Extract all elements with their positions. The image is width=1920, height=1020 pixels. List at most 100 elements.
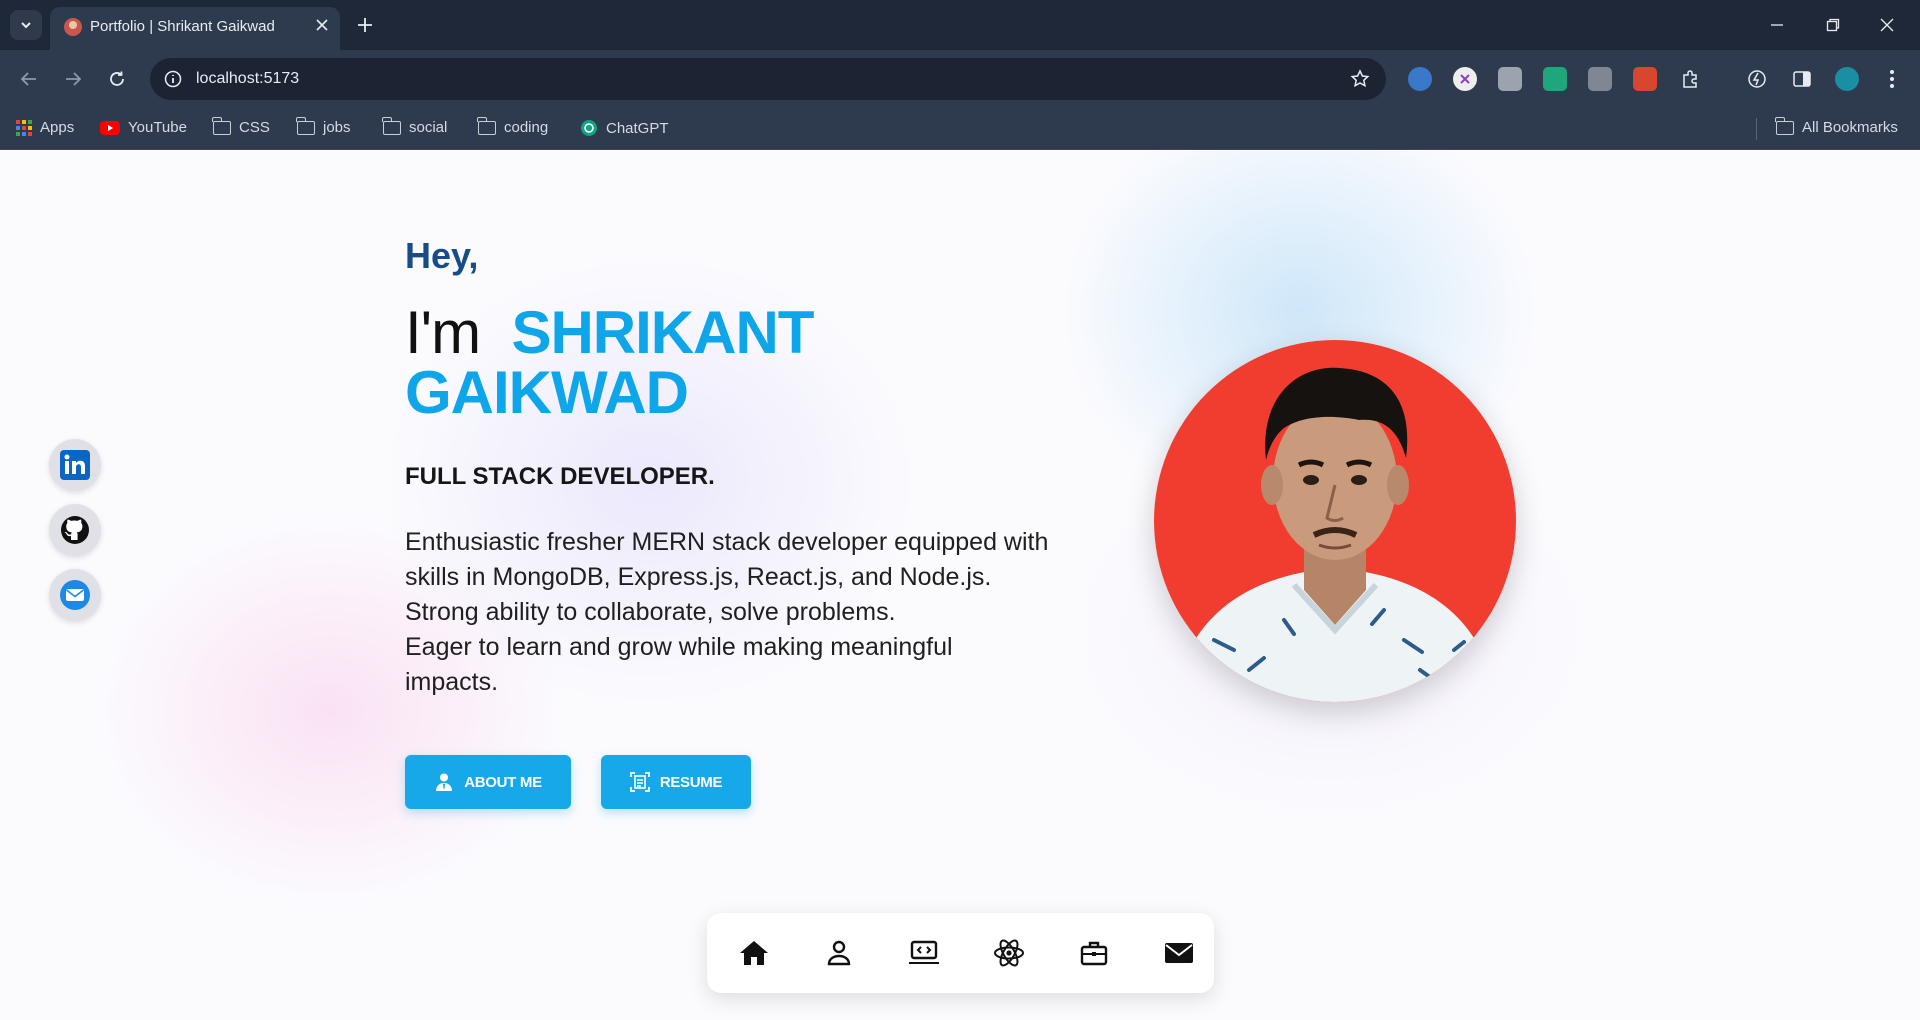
extension-mail-icon[interactable] xyxy=(1543,67,1567,91)
laptop-code-icon xyxy=(909,940,939,964)
about-me-label: ABOUT ME xyxy=(464,773,542,791)
browser-toolbar: localhost:5173 xyxy=(0,50,1920,108)
nav-about[interactable] xyxy=(822,937,856,969)
bookmark-apps[interactable]: Apps xyxy=(16,119,74,136)
performance-icon[interactable] xyxy=(1745,67,1769,91)
extension-shield-icon[interactable] xyxy=(1408,67,1432,91)
restore-button[interactable] xyxy=(1818,10,1848,40)
name-last: GAIKWAD xyxy=(405,359,689,426)
bookmark-social[interactable]: social xyxy=(382,116,448,136)
extension-puzzle-red-icon[interactable] xyxy=(1633,67,1657,91)
site-info-button[interactable] xyxy=(160,66,186,92)
close-window-button[interactable] xyxy=(1872,10,1902,40)
bio-line: skills in MongoDB, Express.js, React.js,… xyxy=(405,563,992,591)
arrow-right-icon xyxy=(66,72,82,86)
bookmark-star-button[interactable] xyxy=(1348,67,1372,91)
info-icon xyxy=(164,70,182,88)
youtube-icon xyxy=(100,120,120,135)
extension-x-icon[interactable] xyxy=(1453,67,1477,91)
nav-projects[interactable] xyxy=(907,937,941,969)
browser-tab[interactable]: Portfolio | Shrikant Gaikwad xyxy=(50,7,340,50)
bookmarks-bar: Apps YouTube CSS jobs social coding Chat… xyxy=(0,108,1920,150)
reload-icon xyxy=(110,71,124,86)
nav-home[interactable] xyxy=(737,937,771,969)
bookmark-label: jobs xyxy=(323,119,351,136)
role-title: FULL STACK DEVELOPER. xyxy=(405,463,715,490)
folder-icon xyxy=(1775,116,1794,135)
bookmark-label: YouTube xyxy=(128,119,187,136)
portrait-image xyxy=(1154,340,1516,702)
resume-button[interactable]: RESUME xyxy=(601,755,751,809)
browser-tab-bar: Portfolio | Shrikant Gaikwad xyxy=(0,0,1920,50)
briefcase-icon xyxy=(1080,941,1108,966)
chevron-down-icon xyxy=(21,22,31,29)
mail-icon xyxy=(60,580,90,610)
bookmarks-divider xyxy=(1756,118,1757,140)
name-first: SHRIKANT xyxy=(511,299,814,366)
bottom-nav-dock xyxy=(707,913,1214,993)
bio-line: Enthusiastic fresher MERN stack develope… xyxy=(405,528,1049,556)
all-bookmarks-label: All Bookmarks xyxy=(1802,119,1898,136)
portfolio-page: Hey, I'm SHRIKANT GAIKWAD FULL STACK DEV… xyxy=(0,151,1920,1020)
bookmark-label: social xyxy=(409,119,448,136)
side-panel-icon[interactable] xyxy=(1790,67,1814,91)
restore-icon xyxy=(1826,18,1840,32)
close-icon xyxy=(316,19,328,31)
new-tab-button[interactable] xyxy=(352,12,378,38)
greeting: Hey, xyxy=(405,235,479,276)
bio-line: Strong ability to collaborate, solve pro… xyxy=(405,598,896,626)
url-text: localhost:5173 xyxy=(196,70,300,87)
reload-button[interactable] xyxy=(102,64,132,94)
react-icon xyxy=(994,939,1024,967)
nav-experience[interactable] xyxy=(1077,937,1111,969)
bookmark-coding[interactable]: coding xyxy=(477,116,549,136)
bookmark-chatgpt[interactable]: ChatGPT xyxy=(580,119,669,137)
bookmark-label: CSS xyxy=(239,119,270,136)
tab-search-button[interactable] xyxy=(10,10,42,40)
bookmark-youtube[interactable]: YouTube xyxy=(100,119,187,136)
bookmark-label: coding xyxy=(504,119,549,136)
apps-grid-icon xyxy=(16,119,32,136)
extension-note-icon[interactable] xyxy=(1588,67,1612,91)
bookmark-css[interactable]: CSS xyxy=(212,116,270,136)
user-icon xyxy=(827,940,851,966)
bio-line: Eager to learn and grow while making mea… xyxy=(405,633,953,661)
bookmark-label: Apps xyxy=(40,119,75,136)
address-bar[interactable]: localhost:5173 xyxy=(150,58,1386,100)
bookmark-label: ChatGPT xyxy=(606,119,669,137)
minimize-button[interactable] xyxy=(1762,10,1792,40)
linkedin-link[interactable] xyxy=(49,439,101,491)
email-link[interactable] xyxy=(49,569,101,621)
all-bookmarks-button[interactable]: All Bookmarks xyxy=(1775,116,1898,136)
github-link[interactable] xyxy=(49,504,101,556)
github-icon xyxy=(61,516,89,544)
extensions-puzzle-icon[interactable] xyxy=(1678,67,1702,91)
folder-icon xyxy=(212,116,231,135)
user-tie-icon xyxy=(436,773,453,791)
close-tab-button[interactable] xyxy=(312,15,332,35)
intro-text: I'm xyxy=(405,299,481,366)
extension-briefcase-icon[interactable] xyxy=(1498,67,1522,91)
tab-title: Portfolio | Shrikant Gaikwad xyxy=(90,18,275,35)
arrow-left-icon xyxy=(20,72,36,86)
about-me-button[interactable]: ABOUT ME xyxy=(405,755,571,809)
bio-line: impacts. xyxy=(405,668,499,696)
plus-icon xyxy=(358,18,372,32)
folder-icon xyxy=(477,116,496,135)
star-icon xyxy=(1350,69,1370,88)
envelope-icon xyxy=(1165,943,1193,963)
back-button[interactable] xyxy=(14,64,44,94)
folder-icon xyxy=(382,116,401,135)
linkedin-icon xyxy=(60,450,90,480)
favicon-icon xyxy=(64,18,82,36)
bio-paragraph: Enthusiastic fresher MERN stack develope… xyxy=(405,525,1065,700)
forward-button[interactable] xyxy=(58,64,88,94)
profile-avatar[interactable] xyxy=(1835,67,1859,91)
profile-photo xyxy=(1154,340,1516,702)
bookmark-jobs[interactable]: jobs xyxy=(296,116,351,136)
document-scan-icon xyxy=(629,772,650,792)
nav-skills[interactable] xyxy=(992,937,1026,969)
menu-kebab-icon[interactable] xyxy=(1880,67,1904,91)
nav-contact[interactable] xyxy=(1162,937,1196,969)
minimize-icon xyxy=(1771,24,1783,26)
